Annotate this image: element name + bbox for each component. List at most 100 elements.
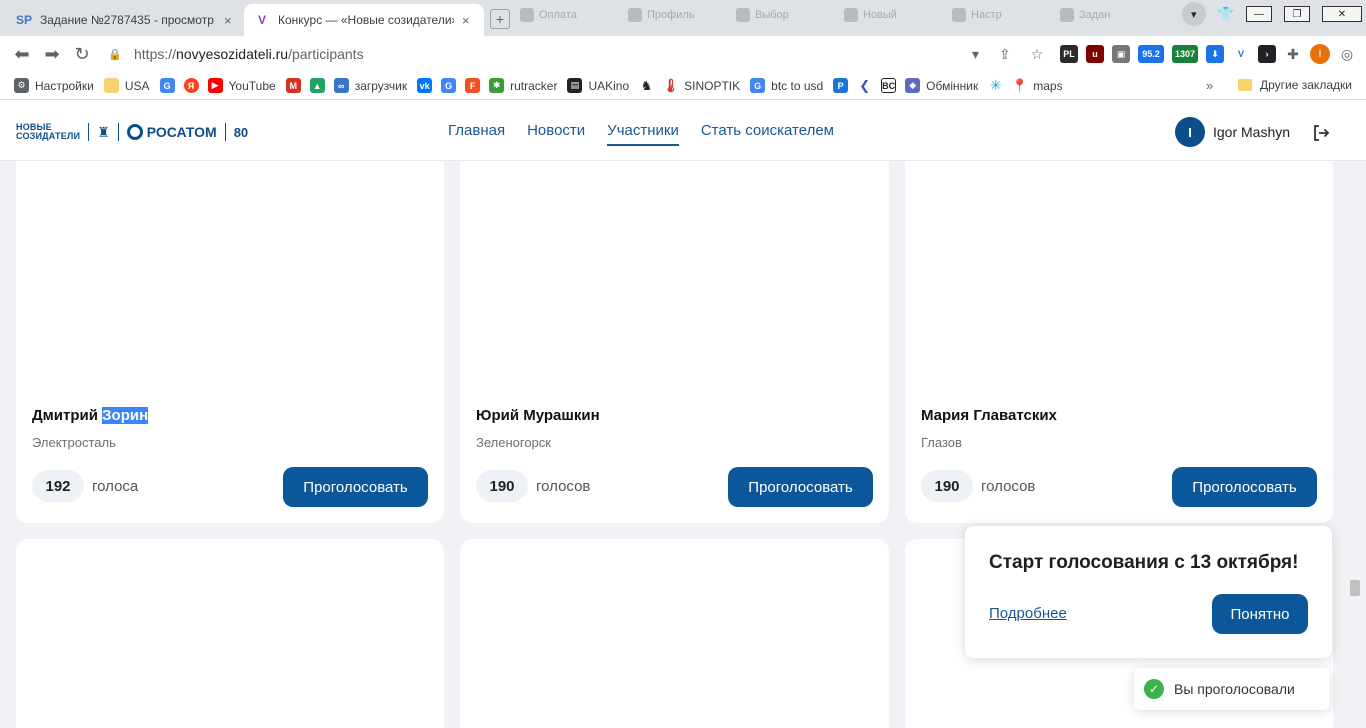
participant-card: Дмитрий Зорин Электросталь 192 голоса Про… [16, 161, 444, 523]
bookmark-sinoptik[interactable]: 🌡 SINOPTIK [662, 77, 740, 93]
window-controls: ▾ 👕 — ❐ ✕ [1181, 2, 1362, 26]
kyivstar-icon: ✳ [988, 77, 1004, 93]
bookmark-exchanger[interactable]: ◆ Обмінник [905, 78, 978, 93]
suitcase-icon[interactable]: ▣ [1112, 45, 1130, 63]
background-tab[interactable]: Профиль [628, 8, 726, 22]
puzzle-icon[interactable]: ✚ [1284, 45, 1302, 63]
extension-badge-icon[interactable]: 95.2 [1138, 45, 1164, 63]
back-icon[interactable]: ⬅ [12, 44, 32, 64]
browser-tab-2-active[interactable]: V Конкурс — «Новые созидатели» × [244, 4, 484, 36]
infinity-icon: ∞ [333, 78, 349, 93]
bookmark-rutracker[interactable]: ✱ rutracker [489, 78, 557, 93]
dropdown-icon[interactable]: ▾ [972, 46, 979, 63]
tab-close-icon[interactable]: × [224, 13, 232, 28]
menu-item-participants[interactable]: Участники [607, 122, 679, 146]
other-bookmarks[interactable]: Другие закладки [1238, 78, 1352, 92]
vote-number: 190 [921, 470, 973, 502]
bookmark-label: загрузчик [354, 78, 408, 93]
sp-favicon-icon: SP [16, 13, 33, 27]
bookmark-settings[interactable]: ⚙ Настройки [14, 78, 94, 93]
bookmark-gmail[interactable]: M [285, 78, 301, 93]
tab-close-icon[interactable]: × [462, 13, 470, 28]
forward-icon[interactable]: ➡ [42, 44, 62, 64]
bookmark-bc[interactable]: BC [881, 78, 897, 93]
bookmark-translate[interactable]: G [441, 78, 457, 93]
tshirt-icon[interactable]: 👕 [1218, 6, 1234, 22]
bookmark-label: Обмінник [926, 78, 979, 93]
tab-title: Конкурс — «Новые созидатели» [278, 13, 454, 27]
logo-divider [88, 123, 90, 141]
bookmark-vk[interactable]: vk [417, 78, 433, 93]
menu-item-become-applicant[interactable]: Стать соискателем [701, 122, 834, 146]
url-domain: novyesozidateli.ru [176, 46, 289, 62]
vote-count: 190 голосов [476, 470, 590, 502]
background-tab[interactable]: Настр [952, 8, 1050, 22]
address-bar[interactable]: 🔒 https://novyesozidateli.ru/participant… [100, 40, 1050, 68]
globe-icon[interactable]: ◎ [1338, 45, 1356, 63]
uakino-icon: ▤ [567, 78, 583, 93]
vote-button[interactable]: Проголосовать [1172, 467, 1317, 507]
background-tab[interactable]: Новый [844, 8, 942, 22]
menu-item-news[interactable]: Новости [527, 122, 585, 146]
user-profile[interactable]: I Igor Mashyn [1175, 117, 1290, 147]
reload-icon[interactable]: ↻ [72, 44, 92, 64]
bookmark-usa[interactable]: USA [103, 78, 150, 93]
logout-icon[interactable] [1312, 124, 1330, 142]
bookmark-p[interactable]: P [833, 78, 849, 93]
share-icon[interactable]: ⇪ [999, 46, 1011, 63]
participant-name: Юрий Мурашкин [476, 407, 600, 424]
profile-avatar[interactable]: I [1310, 44, 1330, 64]
bitcoin-extension-icon[interactable]: 1307 [1172, 45, 1198, 63]
lock-icon[interactable]: 🔒 [108, 48, 122, 61]
bookmark-uakino[interactable]: ▤ UAKino [567, 78, 629, 93]
bookmark-downloader[interactable]: ∞ загрузчик [333, 78, 408, 93]
bookmark-google[interactable]: G [159, 78, 175, 93]
more-link[interactable]: Подробнее [989, 605, 1067, 622]
vote-word: голосов [536, 477, 591, 495]
bookmark-maps[interactable]: 📍 maps [1012, 78, 1063, 93]
vpn-extension-icon[interactable]: PL [1060, 45, 1078, 63]
logo-divider [117, 123, 119, 141]
menu-item-home[interactable]: Главная [448, 122, 505, 146]
bookmark-label: maps [1033, 78, 1063, 93]
participant-city: Электросталь [32, 435, 116, 450]
bookmarks-more-icon[interactable]: » [1206, 78, 1213, 93]
scrollbar-thumb[interactable] [1350, 580, 1360, 596]
new-tab-button[interactable]: + [490, 9, 510, 29]
tab-search-icon[interactable]: ▾ [1181, 2, 1206, 26]
bookmark-arrow[interactable]: ❮ [857, 78, 873, 93]
google-icon: G [159, 78, 175, 93]
participant-name: Дмитрий Зорин [32, 407, 149, 424]
background-tab[interactable]: Выбор [736, 8, 834, 22]
bookmark-btc[interactable]: Gbtc to usd [750, 78, 823, 93]
yandex-icon: Я [183, 78, 199, 93]
rosatom-text: РОСАТОМ [146, 124, 217, 140]
bookmark-f[interactable]: F [465, 78, 481, 93]
vote-button[interactable]: Проголосовать [283, 467, 428, 507]
star-icon[interactable]: ☆ [1031, 46, 1044, 63]
download-icon[interactable]: ⬇ [1206, 45, 1224, 63]
site-logo[interactable]: НОВЫЕ СОЗИДАТЕЛИ ♜ РОСАТОМ 80 [16, 123, 248, 141]
bookmark-youtube[interactable]: ▶ YouTube [207, 78, 276, 93]
url-path: /participants [288, 46, 364, 62]
vote-button[interactable]: Проголосовать [728, 467, 873, 507]
thermometer-icon: 🌡 [662, 77, 679, 93]
bookmark-drive[interactable]: ▲ [309, 78, 325, 93]
rutracker-icon: ✱ [489, 78, 505, 93]
background-tab[interactable]: Задан [1060, 8, 1158, 22]
bc-icon: BC [881, 78, 897, 93]
understood-button[interactable]: Понятно [1212, 594, 1308, 634]
bookmark-label: UAKino [588, 78, 630, 93]
background-tab[interactable]: Оплата [520, 8, 618, 22]
close-window-button[interactable]: ✕ [1322, 6, 1362, 22]
browser-tab-1[interactable]: SP Задание №2787435 - просмотр з × [6, 4, 244, 36]
restore-button[interactable]: ❐ [1284, 6, 1310, 22]
minimize-button[interactable]: — [1246, 6, 1272, 22]
bookmark-kyivstar[interactable]: ✳ [988, 77, 1004, 93]
terminal-icon[interactable]: › [1258, 45, 1276, 63]
ublock-icon[interactable]: u [1086, 45, 1104, 63]
bookmark-yandex[interactable]: Я [183, 78, 199, 93]
diamond-icon: ◆ [905, 78, 921, 93]
bookmark-chess[interactable]: ♞ [639, 78, 655, 93]
v-extension-icon[interactable]: V [1232, 45, 1250, 63]
